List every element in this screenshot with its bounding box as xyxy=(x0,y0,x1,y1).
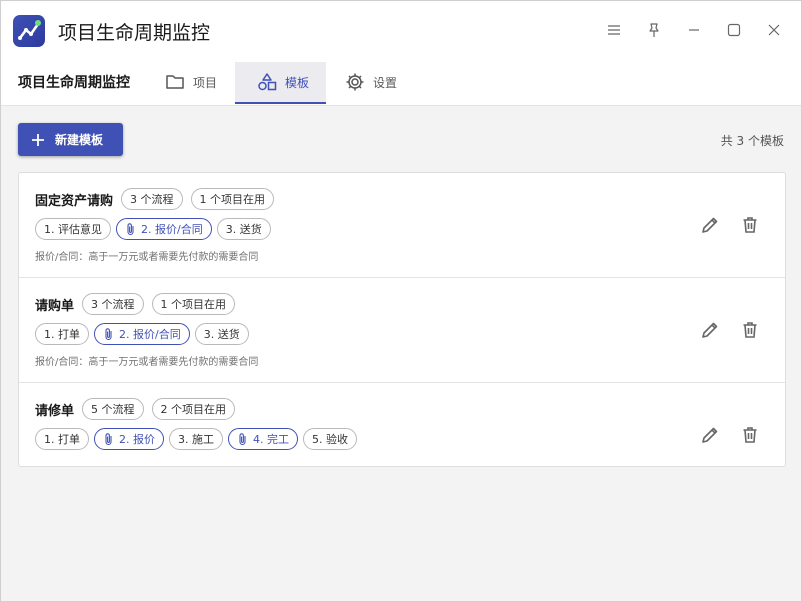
pin-icon xyxy=(649,23,659,37)
new-template-button[interactable]: 新建模板 xyxy=(18,123,123,156)
template-row[interactable]: 请修单 5 个流程 2 个项目在用 1. 打单 2. 报价 3. 施工 4. 完… xyxy=(19,383,785,466)
nav-app-name: 项目生命周期监控 xyxy=(18,75,130,91)
close-button[interactable] xyxy=(762,18,786,42)
trash-icon xyxy=(743,217,757,233)
trash-icon xyxy=(743,322,757,338)
plus-icon xyxy=(32,133,44,146)
window-title: 项目生命周期监控 xyxy=(58,22,211,44)
edit-button[interactable] xyxy=(698,213,722,237)
tab-templates-label: 模板 xyxy=(285,75,310,90)
stage-chip: 5. 验收 xyxy=(303,428,357,450)
stage-chip: 1. 打单 xyxy=(35,323,89,345)
stage-chip: 4. 完工 xyxy=(228,428,298,450)
flow-count-chip: 5 个流程 xyxy=(82,398,144,420)
tab-projects[interactable]: 项目 xyxy=(143,62,231,102)
minimize-button[interactable] xyxy=(682,18,706,42)
template-row[interactable]: 请购单 3 个流程 1 个项目在用 1. 打单 2. 报价/合同 3. 送货 报… xyxy=(19,278,785,383)
stage-chip: 2. 报价/合同 xyxy=(116,218,212,240)
tab-settings[interactable]: 设置 xyxy=(323,62,411,102)
tab-projects-label: 项目 xyxy=(193,75,218,90)
in-use-chip: 2 个项目在用 xyxy=(151,398,236,420)
template-description: 报价/合同：高于一万元或者需要先付款的需要合同 xyxy=(35,252,259,263)
app-window: 项目生命周期监控 项目生命周期监控 项目 模板 设置 新建模板 共 3 个模板 … xyxy=(0,0,802,602)
stage-chip: 3. 施工 xyxy=(169,428,223,450)
pencil-icon xyxy=(702,217,718,233)
title-bar[interactable]: 项目生命周期监控 xyxy=(1,1,801,59)
paperclip-icon xyxy=(127,223,134,236)
menu-button[interactable] xyxy=(602,18,626,42)
hamburger-icon xyxy=(608,25,620,35)
template-list: 固定资产请购 3 个流程 1 个项目在用 1. 评估意见 2. 报价/合同 3.… xyxy=(18,172,786,467)
pencil-icon xyxy=(702,322,718,338)
tab-settings-label: 设置 xyxy=(373,75,398,90)
paperclip-icon xyxy=(105,433,112,446)
shapes-icon xyxy=(258,73,277,91)
template-description: 报价/合同：高于一万元或者需要先付款的需要合同 xyxy=(35,357,259,368)
new-template-label: 新建模板 xyxy=(55,133,104,147)
tab-templates[interactable]: 模板 xyxy=(235,62,326,104)
trash-icon xyxy=(743,427,757,443)
template-count: 共 3 个模板 xyxy=(720,134,784,148)
in-use-chip: 1 个项目在用 xyxy=(151,293,236,315)
stage-list: 1. 评估意见 2. 报价/合同 3. 送货 xyxy=(35,218,271,240)
template-row[interactable]: 固定资产请购 3 个流程 1 个项目在用 1. 评估意见 2. 报价/合同 3.… xyxy=(19,173,785,278)
template-name: 请修单 xyxy=(35,403,75,419)
flow-count-chip: 3 个流程 xyxy=(121,188,183,210)
template-name: 请购单 xyxy=(35,298,75,314)
paperclip-icon xyxy=(105,328,112,341)
stage-list: 1. 打单 2. 报价/合同 3. 送货 xyxy=(35,323,249,345)
flow-count-chip: 3 个流程 xyxy=(82,293,144,315)
minimize-icon xyxy=(689,29,699,31)
stage-chip: 3. 送货 xyxy=(216,218,271,240)
maximize-button[interactable] xyxy=(722,18,746,42)
delete-button[interactable] xyxy=(738,423,762,447)
stage-chip: 1. 评估意见 xyxy=(35,218,111,240)
delete-button[interactable] xyxy=(738,213,762,237)
stage-chip: 2. 报价 xyxy=(94,428,164,450)
stage-chip: 3. 送货 xyxy=(194,323,249,345)
delete-button[interactable] xyxy=(738,318,762,342)
paperclip-icon xyxy=(239,433,246,446)
stage-list: 1. 打单 2. 报价 3. 施工 4. 完工 5. 验收 xyxy=(35,428,357,450)
stage-chip: 1. 打单 xyxy=(35,428,89,450)
folder-icon xyxy=(166,75,184,89)
maximize-icon xyxy=(727,23,741,37)
edit-button[interactable] xyxy=(698,423,722,447)
edit-button[interactable] xyxy=(698,318,722,342)
gear-icon xyxy=(346,73,364,91)
close-icon xyxy=(768,24,780,36)
pin-button[interactable] xyxy=(642,18,666,42)
nav-bar: 项目生命周期监控 项目 模板 设置 xyxy=(1,59,801,106)
in-use-chip: 1 个项目在用 xyxy=(190,188,275,210)
template-name: 固定资产请购 xyxy=(35,193,114,209)
pencil-icon xyxy=(702,427,718,443)
stage-chip: 2. 报价/合同 xyxy=(94,323,190,345)
app-logo-icon xyxy=(13,15,45,47)
